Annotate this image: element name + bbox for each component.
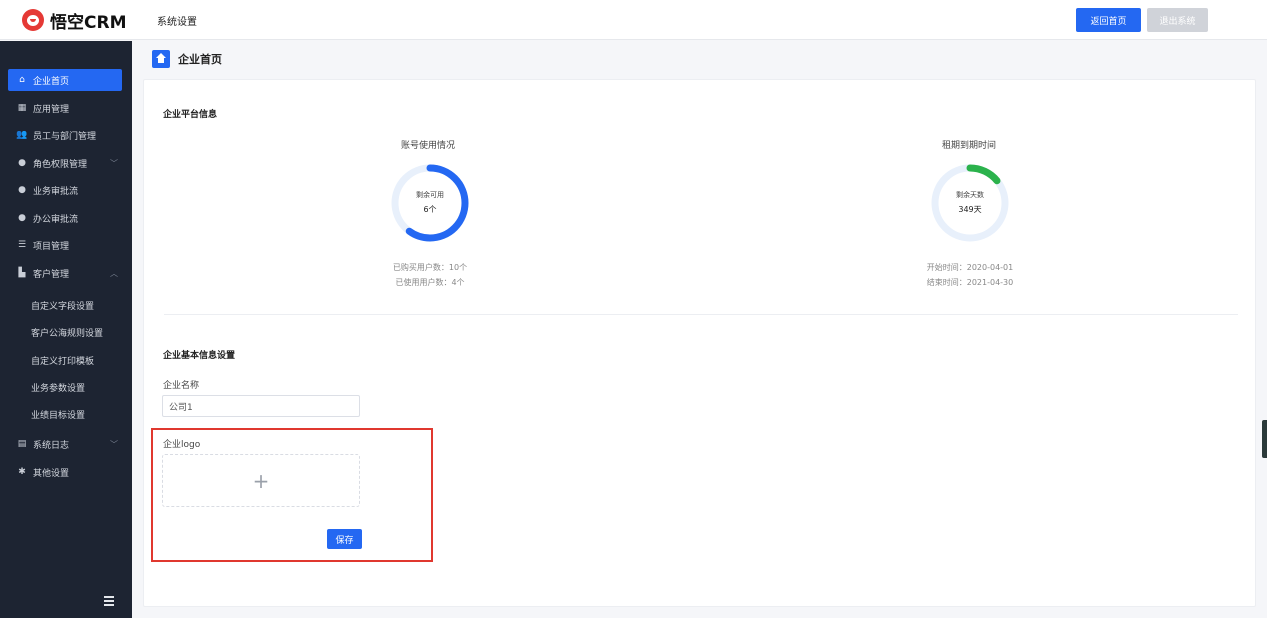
top-bar: 悟空CRM 系统设置 返回首页 退出系统	[0, 0, 1267, 40]
company-logo-label: 企业logo	[163, 440, 201, 450]
sidebar-item-business-approval[interactable]: ● 业务审批流	[8, 179, 122, 201]
sidebar-item-label: 员工与部门管理	[33, 131, 97, 142]
sidebar-item-customers[interactable]: ▙ 客户管理 ︿	[8, 262, 122, 284]
chevron-up-icon: ︿	[110, 268, 118, 278]
accounts-donut-chart	[391, 164, 469, 242]
sidebar-subitem-pool-rules[interactable]: 客户公海规则设置	[31, 323, 103, 341]
breadcrumb: 企业首页	[152, 50, 222, 68]
side-drawer-tab[interactable]	[1262, 420, 1267, 458]
lease-expiry-title: 租期到期时间	[941, 141, 996, 151]
gear-icon: ✱	[18, 467, 26, 477]
page-section-title: 系统设置	[157, 17, 197, 28]
collapse-menu-icon[interactable]	[104, 596, 118, 606]
lease-donut-chart	[931, 164, 1009, 242]
back-home-button[interactable]: 返回首页	[1076, 8, 1141, 32]
home-icon: ⌂	[19, 75, 25, 85]
user-icon: ●	[18, 158, 26, 168]
sidebar-item-label: 应用管理	[33, 104, 70, 115]
sidebar-item-label: 办公审批流	[33, 214, 79, 225]
sidebar-item-projects[interactable]: ☰ 项目管理	[8, 234, 122, 256]
sidebar-item-other-settings[interactable]: ✱ 其他设置	[8, 461, 122, 483]
home-icon	[152, 50, 170, 68]
accounts-usage-title: 账号使用情况	[400, 141, 455, 151]
sidebar-item-company-home[interactable]: ⌂ 企业首页	[8, 69, 122, 91]
users-icon: 👥	[16, 130, 28, 140]
breadcrumb-label: 企业首页	[178, 53, 222, 66]
company-name-input[interactable]	[162, 395, 360, 417]
sidebar-subitem-business-params[interactable]: 业务参数设置	[31, 378, 85, 396]
purchased-users: 已购买用户数：10个	[392, 263, 468, 272]
building-icon: ▙	[18, 268, 26, 278]
accounts-center-value: 6个	[423, 205, 437, 214]
lease-center-label: 剩余天数	[956, 191, 984, 199]
used-users: 已使用用户数：4个	[395, 278, 465, 287]
sidebar-subitem-performance-goals[interactable]: 业绩目标设置	[31, 405, 85, 423]
sidebar-item-office-approval[interactable]: ● 办公审批流	[8, 207, 122, 229]
sidebar-subitem-print-template[interactable]: 自定义打印模板	[31, 351, 94, 369]
chevron-down-icon: ﹀	[110, 158, 118, 168]
sidebar-subitem-custom-fields[interactable]: 自定义字段设置	[31, 296, 94, 314]
sidebar-item-label: 系统日志	[33, 440, 70, 451]
chevron-down-icon: ﹀	[110, 439, 118, 449]
logo-upload-box[interactable]: +	[162, 454, 360, 507]
basic-info-title: 企业基本信息设置	[163, 351, 236, 361]
sidebar-item-system-log[interactable]: ▤ 系统日志 ﹀	[8, 433, 122, 455]
lease-center-value: 349天	[958, 205, 982, 214]
platform-info-title: 企业平台信息	[163, 110, 218, 120]
save-button[interactable]: 保存	[327, 529, 362, 549]
apps-icon: ▦	[17, 103, 27, 113]
sidebar-item-label: 业务审批流	[33, 186, 79, 197]
sidebar-item-label: 企业首页	[33, 76, 70, 87]
sidebar-item-roles[interactable]: ● 角色权限管理 ﹀	[8, 152, 122, 174]
sidebar-item-label: 项目管理	[33, 241, 70, 252]
sidebar-item-label: 其他设置	[33, 468, 70, 479]
sidebar-item-label: 客户管理	[33, 269, 70, 280]
sidebar-item-label: 角色权限管理	[33, 159, 88, 170]
list-icon: ☰	[17, 240, 27, 250]
exit-system-button[interactable]: 退出系统	[1147, 8, 1208, 32]
section-divider	[164, 314, 1238, 315]
sidebar-item-apps[interactable]: ▦ 应用管理	[8, 97, 122, 119]
user-icon: ●	[18, 185, 26, 195]
brand-name: 悟空CRM	[50, 12, 127, 33]
sidebar-item-staff-dept[interactable]: 👥 员工与部门管理	[8, 124, 122, 146]
lease-start-time: 开始时间：2020-04-01	[926, 263, 1014, 272]
brand-logo[interactable]: 悟空CRM	[22, 6, 126, 34]
user-icon: ●	[18, 213, 26, 223]
monkey-logo-icon	[22, 9, 44, 31]
accounts-center-label: 剩余可用	[416, 191, 444, 199]
plus-icon: +	[252, 468, 270, 493]
log-icon: ▤	[17, 439, 27, 449]
settings-card: 企业平台信息 账号使用情况 剩余可用 6个 已购买用户数：10个 已使用用户数：…	[143, 79, 1256, 607]
company-name-label: 企业名称	[163, 381, 200, 391]
sidebar: ⌂ 企业首页 ▦ 应用管理 👥 员工与部门管理 ● 角色权限管理 ﹀ ● 业务审…	[0, 41, 132, 618]
lease-end-time: 结束时间：2021-04-30	[926, 278, 1014, 287]
